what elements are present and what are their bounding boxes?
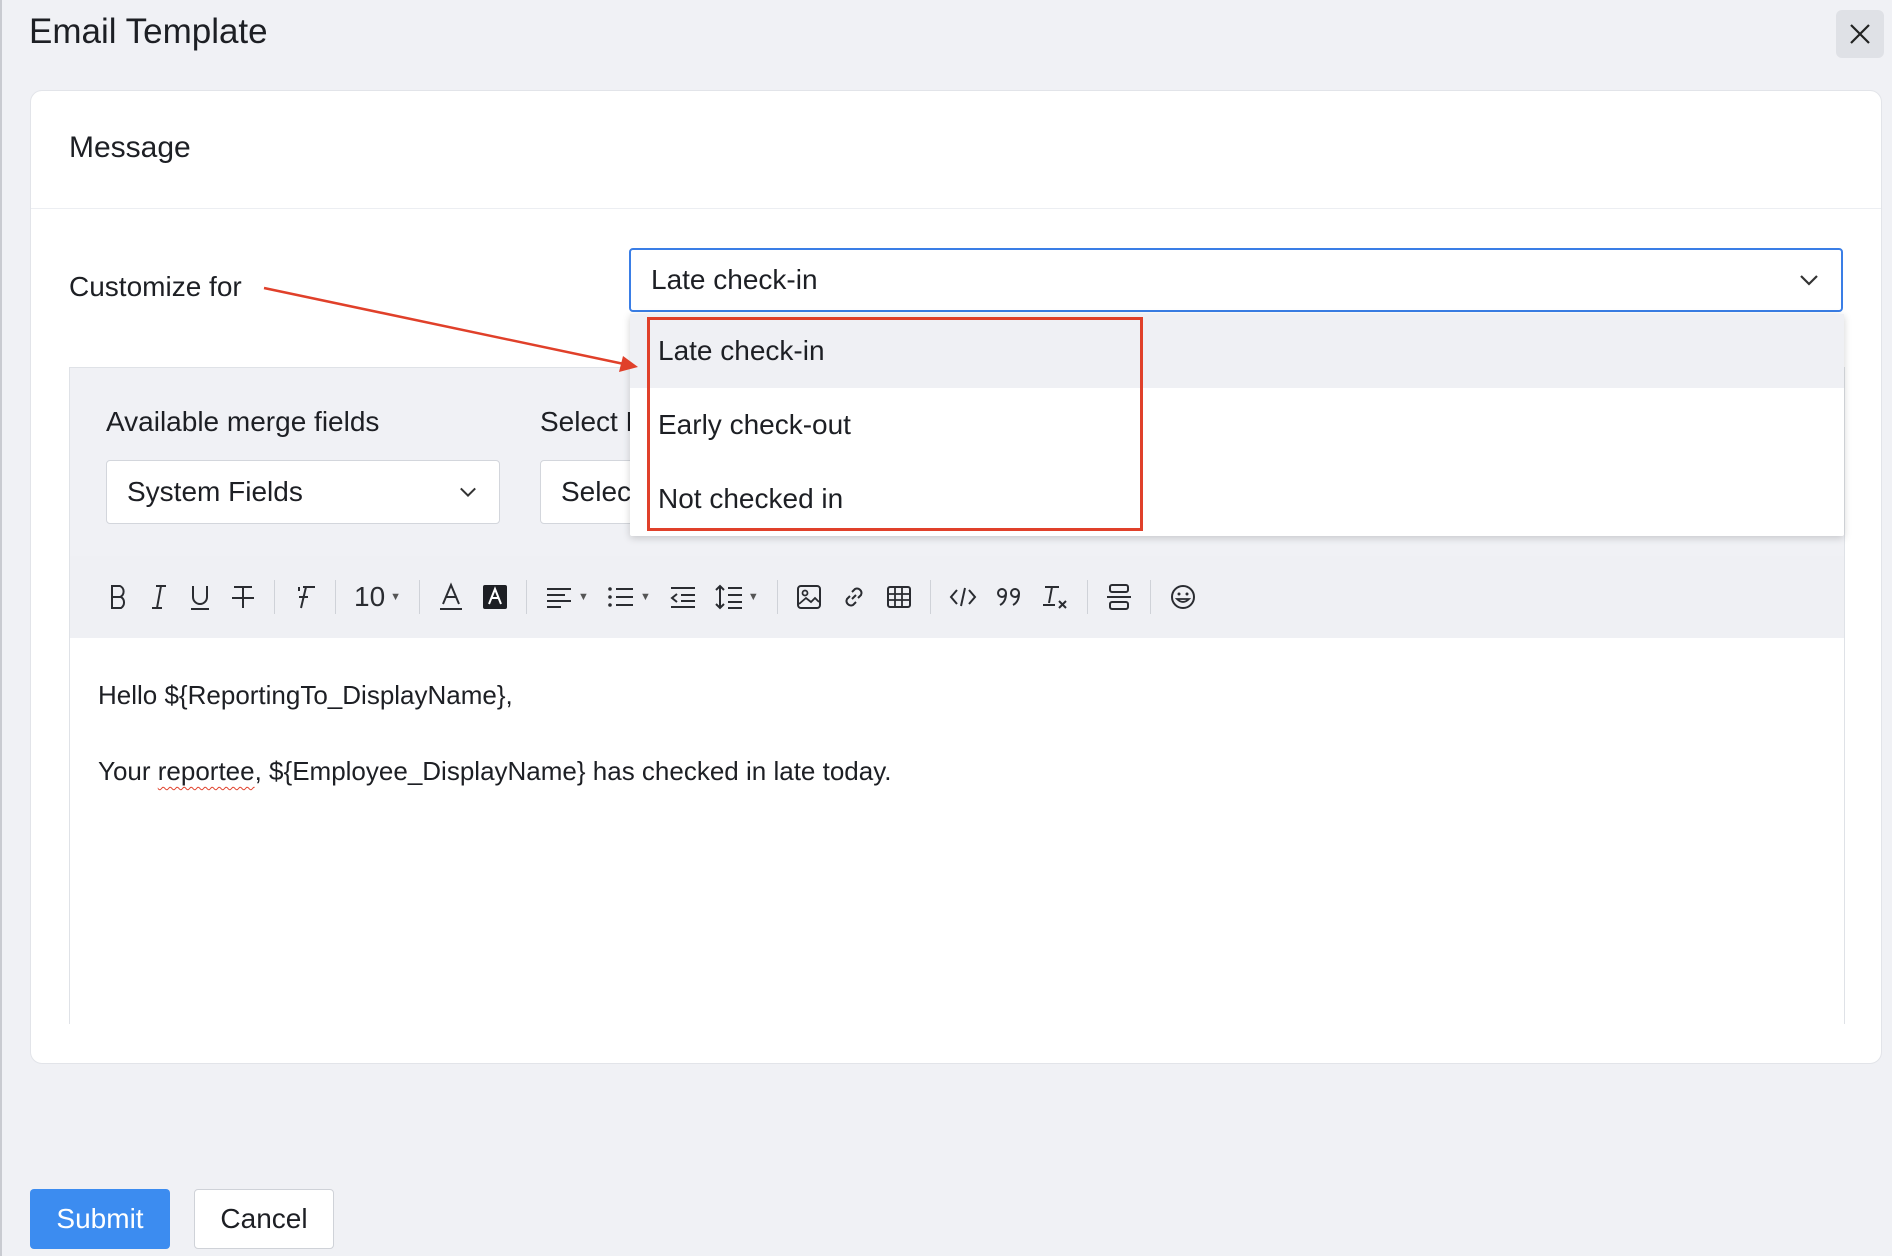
cancel-button[interactable]: Cancel <box>194 1189 334 1249</box>
submit-button[interactable]: Submit <box>30 1189 170 1249</box>
annotation-arrow <box>263 286 638 372</box>
